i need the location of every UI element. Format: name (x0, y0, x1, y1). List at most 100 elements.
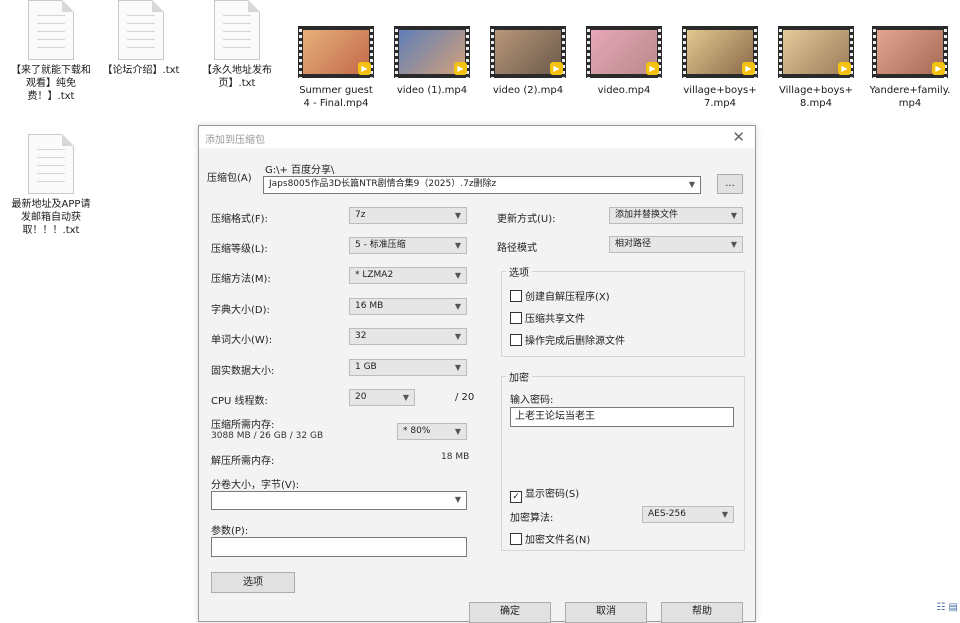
video-thumbnail: ▶ (778, 26, 854, 78)
archive-file: Japs8005作品3D长篇NTR剧情合集9（2025）.7z删除z (269, 179, 497, 189)
solid-select[interactable]: 1 GB ▼ (349, 359, 467, 376)
checkbox-icon (510, 533, 522, 545)
desktop-video-file[interactable]: ▶ village+boys+7.mp4 (679, 26, 761, 110)
file-name: Yandere+family.mp4 (869, 85, 951, 109)
solid-value: 1 GB (355, 362, 377, 372)
close-icon[interactable]: ✕ (732, 128, 745, 146)
player-badge-icon: ▶ (550, 62, 563, 75)
path-select[interactable]: 相对路径 ▼ (609, 236, 743, 253)
options-button[interactable]: 选项 (211, 572, 295, 593)
delete-after-checkbox[interactable]: 操作完成后删除源文件 (510, 332, 625, 347)
desktop-file[interactable]: 【永久地址发布页】.txt (196, 0, 278, 90)
desktop-video-file[interactable]: ▶ Village+boys+8.mp4 (775, 26, 857, 110)
video-thumbnail: ▶ (298, 26, 374, 78)
dict-label: 字典大小(D): (211, 305, 270, 316)
password-input[interactable]: 上老王论坛当老王 (510, 407, 734, 427)
split-size-combo[interactable]: ▼ (211, 491, 467, 510)
mem-percent-value: * 80% (403, 426, 431, 436)
archive-dir: G:\+ 百度分享\ (265, 165, 335, 176)
text-file-icon (28, 134, 74, 194)
dialog-titlebar: 添加到压缩包 ✕ (199, 126, 755, 148)
add-to-archive-dialog: 添加到压缩包 ✕ 压缩包(A) G:\+ 百度分享\ Japs8005作品3D长… (198, 125, 756, 623)
desktop-video-file[interactable]: ▶ video.mp4 (583, 26, 665, 97)
decomp-label: 解压所需内存: (211, 456, 275, 467)
checkbox-icon (510, 334, 522, 346)
dict-select[interactable]: 16 MB ▼ (349, 298, 467, 315)
shared-files-checkbox[interactable]: 压缩共享文件 (510, 310, 585, 325)
solid-label: 固实数据大小: (211, 366, 275, 377)
text-file-icon (28, 0, 74, 60)
desktop-file[interactable]: 【论坛介绍】.txt (100, 0, 182, 77)
method-select[interactable]: * LZMA2 ▼ (349, 267, 467, 284)
cancel-button[interactable]: 取消 (565, 602, 647, 623)
show-password-label: 显示密码(S) (525, 489, 580, 500)
mem-percent-select[interactable]: * 80% ▼ (397, 423, 467, 440)
chevron-down-icon: ▼ (454, 363, 461, 372)
chevron-down-icon: ▼ (454, 271, 461, 280)
word-select[interactable]: 32 ▼ (349, 328, 467, 345)
chevron-down-icon: ▼ (454, 427, 461, 436)
format-value: 7z (355, 210, 366, 220)
film-strip (779, 26, 782, 78)
chevron-down-icon: ▼ (402, 393, 409, 402)
view-toggle-icon[interactable]: ☷ ▤ (936, 602, 958, 613)
sfx-checkbox[interactable]: 创建自解压程序(X) (510, 288, 610, 303)
path-value: 相对路径 (615, 239, 652, 249)
encryption-method-label: 加密算法: (510, 513, 554, 524)
file-name: 【来了就能下载和观看】纯免费！】.txt (11, 65, 91, 102)
desktop-video-file[interactable]: ▶ video (2).mp4 (487, 26, 569, 97)
path-label: 路径模式 (497, 243, 537, 254)
player-badge-icon: ▶ (838, 62, 851, 75)
format-select[interactable]: 7z ▼ (349, 207, 467, 224)
archive-path-combo[interactable]: Japs8005作品3D长篇NTR剧情合集9（2025）.7z删除z ▼ (263, 176, 701, 194)
chevron-down-icon: ▼ (454, 241, 461, 250)
split-label: 分卷大小，字节(V): (211, 480, 300, 491)
sfx-label: 创建自解压程序(X) (525, 292, 610, 303)
level-select[interactable]: 5 - 标准压缩 ▼ (349, 237, 467, 254)
level-label: 压缩等级(L): (211, 244, 268, 255)
params-input[interactable] (211, 537, 467, 557)
cpu-select[interactable]: 20 ▼ (349, 389, 415, 406)
browse-button[interactable]: ... (717, 174, 743, 194)
ok-button[interactable]: 确定 (469, 602, 551, 623)
chevron-down-icon: ▼ (721, 510, 728, 519)
player-badge-icon: ▶ (358, 62, 371, 75)
video-thumbnail: ▶ (682, 26, 758, 78)
options-group-label: 选项 (506, 264, 532, 279)
desktop-file[interactable]: 最新地址及APP请发邮箱自动获取！！！.txt (10, 134, 92, 237)
method-value: * LZMA2 (355, 270, 394, 280)
method-label: 压缩方法(M): (211, 274, 271, 285)
encryption-group-label: 加密 (506, 369, 532, 384)
video-thumbnail: ▶ (872, 26, 948, 78)
help-button[interactable]: 帮助 (661, 602, 743, 623)
video-thumbnail: ▶ (394, 26, 470, 78)
encryption-method-value: AES-256 (648, 509, 686, 519)
checkmark-icon: ✓ (510, 491, 522, 503)
film-strip (587, 26, 590, 78)
encrypt-names-checkbox[interactable]: 加密文件名(N) (510, 531, 590, 546)
file-name: video.mp4 (597, 85, 651, 96)
film-strip (299, 26, 302, 78)
cpu-max: / 20 (455, 392, 475, 403)
update-value: 添加并替换文件 (615, 210, 679, 220)
decomp-value: 18 MB (441, 452, 470, 462)
video-thumbnail: ▶ (490, 26, 566, 78)
file-name: 【永久地址发布页】.txt (202, 65, 272, 89)
archive-label: 压缩包(A) (207, 173, 252, 184)
update-label: 更新方式(U): (497, 214, 556, 225)
desktop-video-file[interactable]: ▶ Summer guest 4 - Final.mp4 (295, 26, 377, 110)
format-label: 压缩格式(F): (211, 214, 268, 225)
dict-value: 16 MB (355, 301, 384, 311)
update-select[interactable]: 添加并替换文件 ▼ (609, 207, 743, 224)
desktop-video-file[interactable]: ▶ video (1).mp4 (391, 26, 473, 97)
desktop-video-file[interactable]: ▶ Yandere+family.mp4 (869, 26, 951, 110)
file-name: village+boys+7.mp4 (683, 85, 757, 109)
show-password-checkbox[interactable]: ✓ 显示密码(S) (510, 485, 579, 503)
film-strip (395, 26, 398, 78)
encryption-group: 加密 输入密码: 上老王论坛当老王 ✓ 显示密码(S) 加密算法: AES-256… (501, 369, 745, 551)
film-strip (491, 26, 494, 78)
encryption-method-select[interactable]: AES-256 ▼ (642, 506, 734, 523)
desktop-file[interactable]: 【来了就能下载和观看】纯免费！】.txt (10, 0, 92, 103)
encrypt-names-label: 加密文件名(N) (525, 535, 591, 546)
video-thumbnail: ▶ (586, 26, 662, 78)
